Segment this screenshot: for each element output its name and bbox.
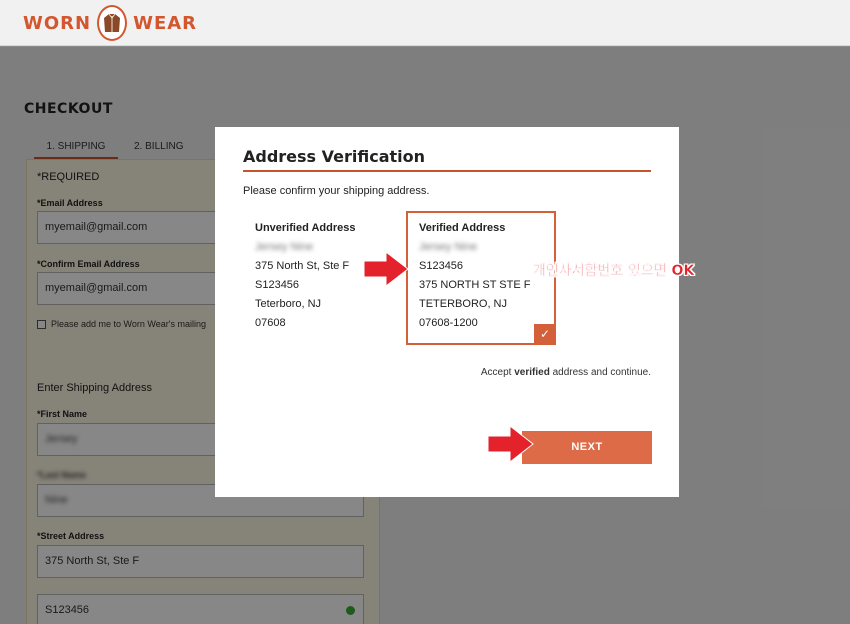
- modal-title: Address Verification: [243, 147, 426, 166]
- annotation-text: 개인사서함번호 있으면 OK: [533, 263, 695, 279]
- verified-zip: 07608-1200: [419, 317, 478, 329]
- verified-address: Verified Address Jersey Nine S123456 375…: [419, 219, 530, 333]
- unverified-address[interactable]: Unverified Address Jersey Nine 375 North…: [255, 219, 355, 333]
- unverified-street: 375 North St, Ste F: [255, 260, 350, 272]
- logo-text-left: WORN: [23, 12, 92, 34]
- accept-prefix: Accept: [480, 367, 515, 378]
- accept-bold: verified: [514, 367, 550, 378]
- logo-text-right: WEAR: [133, 12, 198, 34]
- title-divider: [243, 170, 651, 172]
- address-verification-modal: Address Verification Please confirm your…: [215, 127, 679, 497]
- accept-note: Accept verified address and continue.: [481, 367, 651, 378]
- selected-check-icon: ✓: [534, 324, 556, 345]
- unverified-city: Teterboro, NJ: [255, 298, 322, 310]
- verified-street: 375 NORTH ST STE F: [419, 279, 531, 291]
- unverified-zip: 07608: [255, 317, 286, 329]
- verified-name: Jersey Nine: [419, 241, 478, 253]
- verified-city: TETERBORO, NJ: [419, 298, 508, 310]
- arrow-right-icon: [487, 424, 534, 464]
- verified-street2: S123456: [419, 260, 464, 272]
- unverified-heading: Unverified Address: [255, 222, 356, 234]
- verified-heading: Verified Address: [419, 222, 506, 234]
- jacket-icon: [97, 5, 128, 41]
- arrow-right-icon: [363, 250, 409, 288]
- modal-subtitle: Please confirm your shipping address.: [243, 185, 430, 197]
- next-button[interactable]: NEXT: [522, 431, 652, 464]
- worn-wear-logo[interactable]: WORN WEAR: [23, 4, 197, 42]
- accept-suffix: address and continue.: [549, 367, 651, 378]
- unverified-street2: S123456: [255, 279, 300, 291]
- unverified-name: Jersey Nine: [255, 241, 314, 253]
- site-header: WORN WEAR: [0, 0, 850, 46]
